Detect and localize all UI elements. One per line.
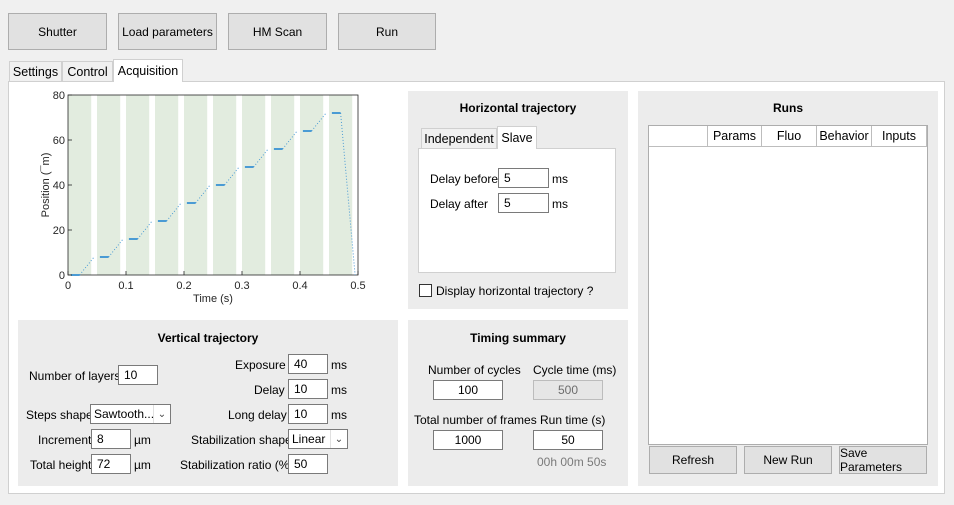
number-of-cycles-input[interactable]: 100 bbox=[433, 380, 503, 400]
delay-after-label: Delay after bbox=[430, 197, 489, 211]
delay-input[interactable]: 10 bbox=[288, 379, 328, 399]
total-height-unit: µm bbox=[134, 458, 151, 472]
delay-after-unit: ms bbox=[552, 197, 568, 211]
runs-column-header[interactable]: Fluo bbox=[762, 126, 817, 146]
runs-table[interactable]: Params Fluo Behavior Inputs bbox=[648, 125, 928, 445]
steps-shape-label: Steps shape bbox=[26, 408, 93, 422]
x-axis-label: Time (s) bbox=[193, 293, 233, 305]
vertical-trajectory-panel: Vertical trajectory Number of layers 10 … bbox=[18, 320, 398, 486]
exposure-band bbox=[126, 95, 150, 275]
runs-column-header[interactable]: Params bbox=[708, 126, 762, 146]
stabilization-shape-select[interactable]: Linear ⌄ bbox=[288, 429, 348, 449]
x-tick-label: 0.5 bbox=[350, 280, 365, 292]
exposure-label: Exposure bbox=[235, 358, 286, 372]
runs-column-header[interactable] bbox=[649, 126, 708, 146]
steps-shape-select[interactable]: Sawtooth... ⌄ bbox=[90, 404, 171, 424]
chevron-down-icon: ⌄ bbox=[330, 430, 347, 448]
runs-table-header: Params Fluo Behavior Inputs bbox=[649, 126, 927, 147]
cycle-time-label: Cycle time (ms) bbox=[533, 363, 617, 377]
runs-column-header[interactable]: Inputs bbox=[872, 126, 927, 146]
exposure-input[interactable]: 40 bbox=[288, 354, 328, 374]
run-time-label: Run time (s) bbox=[540, 413, 606, 427]
total-height-input[interactable]: 72 bbox=[91, 454, 131, 474]
x-tick-label: 0.3 bbox=[234, 280, 249, 292]
stabilization-shape-label: Stabilization shape bbox=[191, 433, 292, 447]
cycle-time-input: 500 bbox=[533, 380, 603, 400]
delay-before-input[interactable]: 5 bbox=[498, 168, 549, 188]
run-time-formatted: 00h 00m 50s bbox=[537, 455, 607, 469]
shutter-button[interactable]: Shutter bbox=[8, 13, 107, 50]
exposure-band bbox=[184, 95, 208, 275]
runs-title: Runs bbox=[773, 101, 803, 115]
runs-panel: Runs Params Fluo Behavior Inputs Refresh… bbox=[638, 91, 938, 486]
exposure-band bbox=[97, 95, 121, 275]
run-button[interactable]: Run bbox=[338, 13, 436, 50]
total-frames-input[interactable]: 1000 bbox=[433, 430, 503, 450]
tab-independent[interactable]: Independent bbox=[421, 128, 497, 149]
number-of-layers-input[interactable]: 10 bbox=[118, 365, 158, 385]
delay-before-unit: ms bbox=[552, 172, 568, 186]
long-delay-label: Long delay bbox=[228, 408, 287, 422]
exposure-band bbox=[155, 95, 179, 275]
delay-after-input[interactable]: 5 bbox=[498, 193, 549, 213]
y-tick-label: 60 bbox=[53, 135, 65, 147]
total-frames-label: Total number of frames bbox=[414, 413, 537, 427]
number-of-cycles-label: Number of cycles bbox=[428, 363, 521, 377]
delay-unit: ms bbox=[331, 383, 347, 397]
refresh-button[interactable]: Refresh bbox=[649, 446, 737, 474]
stabilization-ratio-label: Stabilization ratio (%) bbox=[180, 458, 294, 472]
hm-scan-button[interactable]: HM Scan bbox=[228, 13, 327, 50]
increment-input[interactable]: 8 bbox=[91, 429, 131, 449]
run-time-input[interactable]: 50 bbox=[533, 430, 603, 450]
number-of-layers-label: Number of layers bbox=[29, 369, 121, 383]
load-parameters-button[interactable]: Load parameters bbox=[118, 13, 217, 50]
x-tick-label: 0.1 bbox=[118, 280, 133, 292]
tab-acquisition[interactable]: Acquisition bbox=[113, 59, 183, 82]
tab-control[interactable]: Control bbox=[62, 61, 113, 82]
stabilization-shape-value: Linear bbox=[292, 432, 326, 446]
timing-summary-panel: Timing summary Number of cycles 100 Cycl… bbox=[408, 320, 628, 486]
y-tick-label: 20 bbox=[53, 225, 65, 237]
steps-shape-value: Sawtooth... bbox=[94, 407, 155, 421]
runs-column-header[interactable]: Behavior bbox=[817, 126, 872, 146]
x-tick-label: 0 bbox=[65, 280, 71, 292]
exposure-band bbox=[242, 95, 266, 275]
increment-unit: µm bbox=[134, 433, 151, 447]
horizontal-trajectory-panel: Horizontal trajectory Independent Slave … bbox=[408, 91, 628, 309]
delay-before-label: Delay before bbox=[430, 172, 499, 186]
chevron-down-icon: ⌄ bbox=[153, 405, 170, 423]
y-axis-label: Position (¯m) bbox=[40, 153, 52, 218]
timing-summary-title: Timing summary bbox=[470, 331, 566, 345]
stabilization-ratio-input[interactable]: 50 bbox=[288, 454, 328, 474]
long-delay-input[interactable]: 10 bbox=[288, 404, 328, 424]
exposure-band bbox=[300, 95, 324, 275]
new-run-button[interactable]: New Run bbox=[744, 446, 832, 474]
horizontal-trajectory-title: Horizontal trajectory bbox=[459, 101, 577, 115]
total-height-label: Total height bbox=[30, 458, 92, 472]
x-tick-label: 0.2 bbox=[176, 280, 191, 292]
delay-label: Delay bbox=[254, 383, 285, 397]
tab-slave[interactable]: Slave bbox=[497, 126, 537, 149]
x-tick-label: 0.4 bbox=[292, 280, 307, 292]
display-horizontal-trajectory-label: Display horizontal trajectory ? bbox=[436, 284, 594, 298]
exposure-band bbox=[329, 95, 353, 275]
y-tick-label: 80 bbox=[53, 90, 65, 102]
vertical-trajectory-title: Vertical trajectory bbox=[157, 331, 259, 345]
trajectory-chart: 020406080 0 0.1 0.2 0.3 0.4 0.5 Time (s) Posi… bbox=[40, 90, 366, 305]
exposure-unit: ms bbox=[331, 358, 347, 372]
increment-label: Increment bbox=[38, 433, 92, 447]
exposure-band bbox=[271, 95, 295, 275]
save-parameters-button[interactable]: Save Parameters bbox=[839, 446, 927, 474]
tab-settings[interactable]: Settings bbox=[9, 61, 62, 82]
long-delay-unit: ms bbox=[331, 408, 347, 422]
display-horizontal-trajectory-checkbox[interactable] bbox=[419, 284, 432, 297]
y-tick-label: 40 bbox=[53, 180, 65, 192]
